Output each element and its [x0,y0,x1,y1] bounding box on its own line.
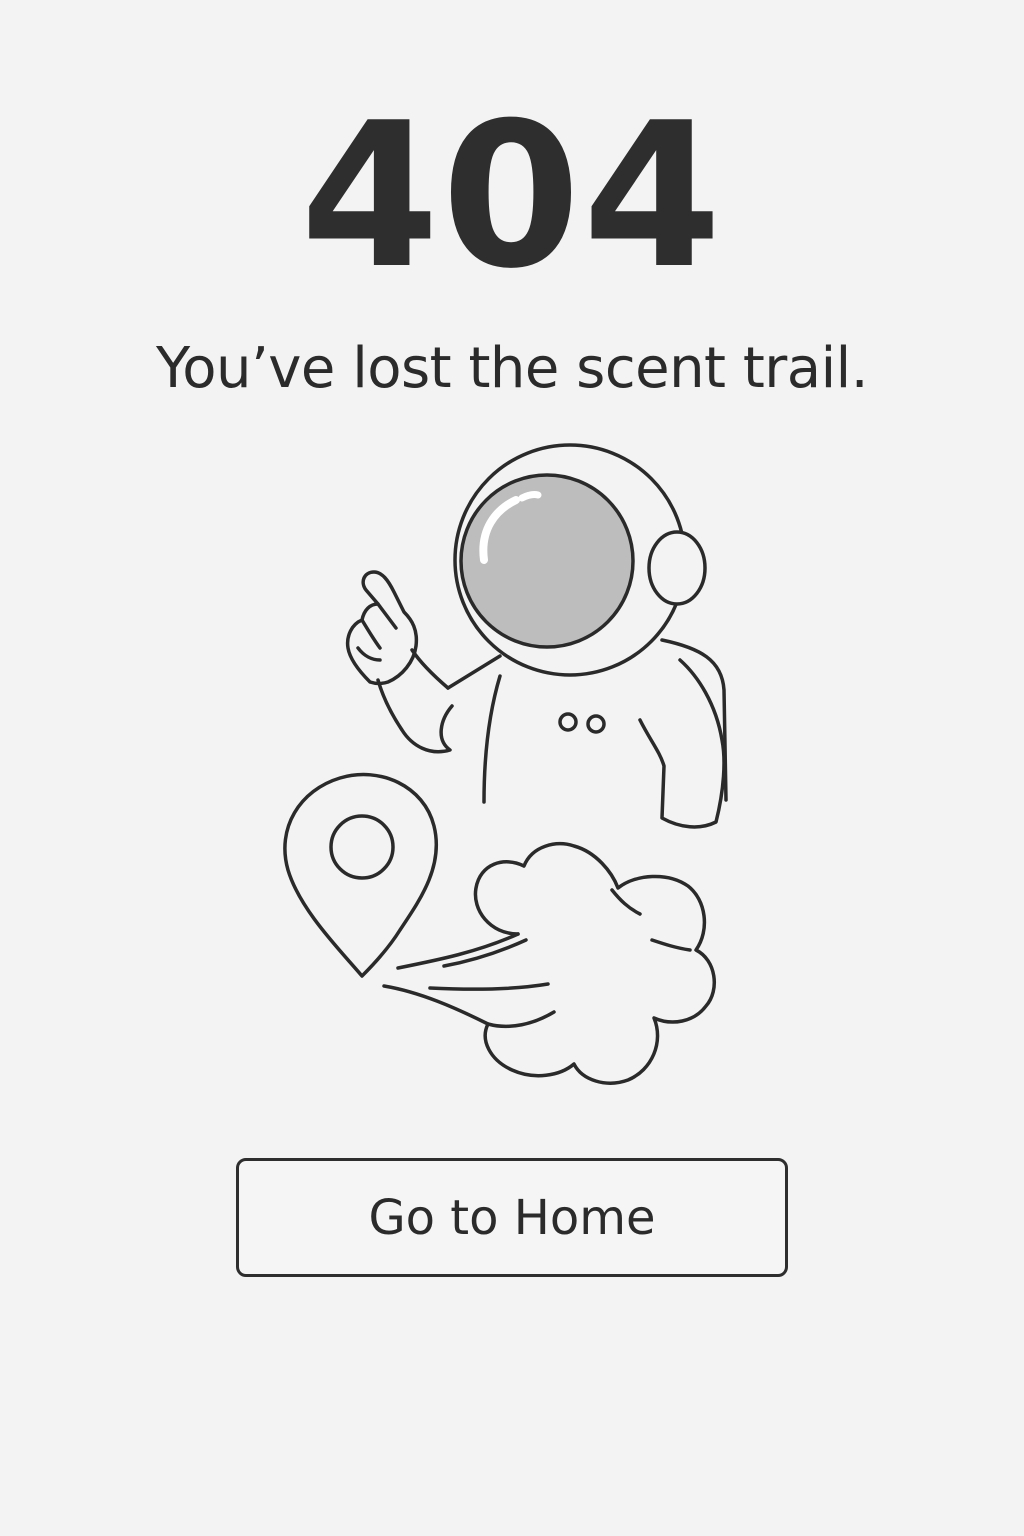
dust-cloud-icon [382,842,716,1085]
astronaut-illustration [283,443,728,1085]
location-pin-icon [283,772,439,978]
error-page: 404 You’ve lost the scent trail. Go to H… [0,0,1024,1536]
astronaut-icon [345,443,728,829]
go-home-button[interactable]: Go to Home [236,1158,788,1277]
error-code: 404 [300,80,724,313]
error-message: You’ve lost the scent trail. [155,336,869,401]
